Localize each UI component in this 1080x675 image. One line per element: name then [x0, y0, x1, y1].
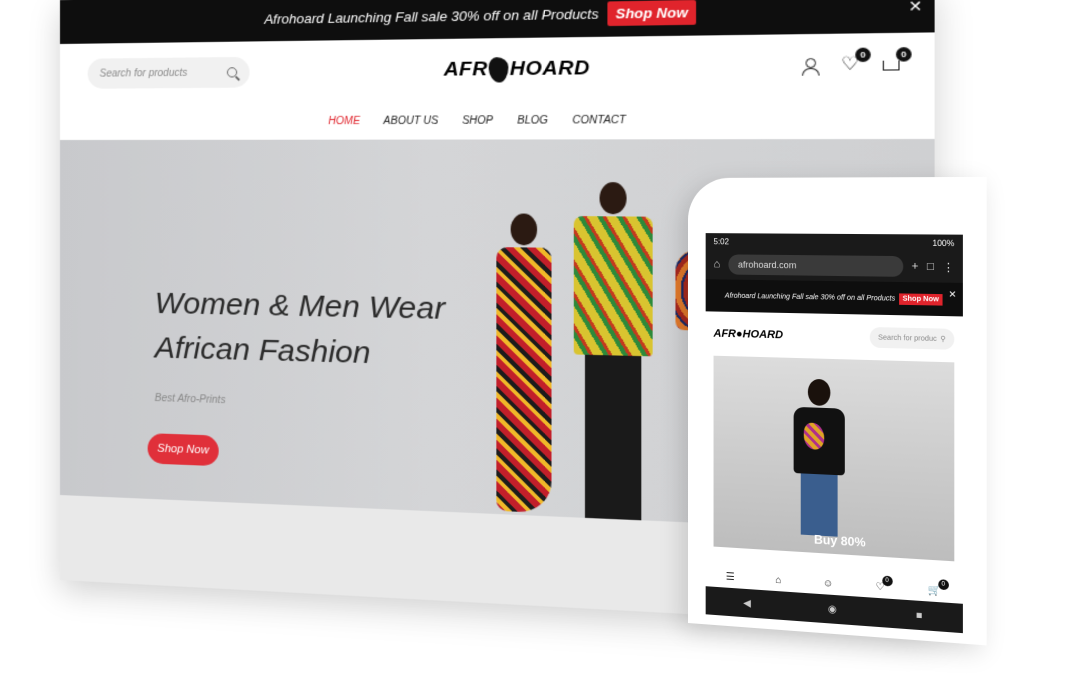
back-icon[interactable]: ◀: [743, 597, 751, 609]
new-tab-icon[interactable]: +: [912, 260, 919, 274]
phone-promo-shop-button[interactable]: Shop Now: [899, 292, 943, 306]
search-icon[interactable]: ⚲: [940, 335, 945, 343]
browser-actions: + □ ⋮: [912, 260, 955, 274]
phone-header: AFR●HOARD Search for produc ⚲: [706, 311, 963, 362]
nav-item-contact[interactable]: CONTACT: [572, 114, 625, 126]
model-shirt: [573, 216, 653, 357]
logo-text: AFR HOARD: [444, 56, 590, 83]
kid-model-image: [793, 378, 845, 537]
model-trousers: [584, 354, 642, 528]
cart-icon[interactable]: 0: [882, 47, 912, 75]
status-time: 5:02: [713, 236, 729, 246]
logo-part2: HOARD: [509, 57, 590, 81]
kid-head: [807, 378, 831, 407]
kid-jeans: [800, 473, 838, 537]
logo-part1: AFR: [443, 58, 488, 81]
recents-icon[interactable]: ■: [916, 609, 922, 621]
phone-wishlist-badge: 0: [881, 574, 893, 587]
heart-icon[interactable]: ♡ 0: [876, 574, 893, 593]
phone-hero-offer: Buy 80%: [813, 532, 866, 550]
africa-icon: [488, 57, 509, 83]
nav-item-blog[interactable]: BLOG: [517, 114, 548, 126]
close-icon[interactable]: ✕: [948, 289, 956, 301]
model-man: [573, 182, 653, 528]
main-nav: HOME ABOUT US SHOP BLOG CONTACT: [60, 99, 935, 140]
promo-shop-button[interactable]: Shop Now: [607, 0, 696, 26]
user-icon[interactable]: ☺: [823, 577, 833, 589]
site-header: Search for products AFR HOARD 0 0: [60, 32, 935, 104]
close-icon[interactable]: ✕: [908, 0, 922, 16]
promo-text: Afrohoard Launching Fall sale 30% off on…: [264, 5, 599, 27]
phone-hero-banner: Buy 80%: [713, 355, 955, 562]
nav-item-shop[interactable]: SHOP: [462, 115, 493, 127]
more-icon[interactable]: ⋮: [943, 260, 955, 274]
heart-icon[interactable]: 0: [841, 47, 871, 76]
phone-cart-badge: 0: [937, 578, 949, 590]
kid-sweater: [793, 406, 845, 476]
nav-item-about-us[interactable]: ABOUT US: [383, 115, 438, 127]
hero-shop-now-button[interactable]: Shop Now: [147, 433, 219, 467]
cart-icon[interactable]: 🛒 0: [928, 578, 949, 597]
home-button-icon[interactable]: ◉: [828, 603, 837, 615]
hero-title-line2: African Fashion: [154, 331, 371, 371]
hero-title: Women & Men Wear African Fashion: [155, 282, 445, 379]
hero-title-line1: Women & Men Wear: [154, 286, 446, 327]
search-icon[interactable]: [226, 67, 238, 78]
phone-search-placeholder: Search for produc: [878, 333, 937, 343]
home-icon[interactable]: ⌂: [775, 574, 781, 586]
model-head: [599, 182, 627, 215]
phone-promo-text: Afrohoard Launching Fall sale 30% off on…: [724, 292, 896, 303]
model-head: [510, 213, 538, 246]
model-woman-left: [496, 213, 552, 514]
menu-icon[interactable]: ☰: [726, 571, 735, 583]
phone-logo[interactable]: AFR●HOARD: [714, 328, 784, 342]
phone-mockup: 5:02 100% ⌂ afrohoard.com + □ ⋮ Afrohoar…: [688, 176, 987, 646]
hero-subtitle: Best Afro-Prints: [154, 392, 226, 407]
phone-promo-bar: Afrohoard Launching Fall sale 30% off on…: [705, 279, 963, 317]
search-input[interactable]: Search for products: [87, 56, 250, 89]
browser-url-bar: ⌂ afrohoard.com + □ ⋮: [705, 249, 963, 283]
header-icons: 0 0: [801, 47, 912, 76]
wishlist-count-badge: 0: [855, 47, 871, 63]
nav-item-home[interactable]: HOME: [328, 115, 360, 127]
cart-count-badge: 0: [895, 47, 912, 62]
search-placeholder: Search for products: [99, 67, 188, 80]
status-battery: 100%: [932, 238, 955, 248]
user-icon[interactable]: [801, 58, 820, 76]
phone-screen: 5:02 100% ⌂ afrohoard.com + □ ⋮ Afrohoar…: [705, 233, 963, 634]
url-field[interactable]: afrohoard.com: [728, 254, 904, 277]
tabs-icon[interactable]: □: [927, 260, 934, 274]
home-icon[interactable]: ⌂: [714, 258, 721, 270]
phone-search-input[interactable]: Search for produc ⚲: [869, 326, 955, 350]
logo[interactable]: AFR HOARD: [444, 56, 590, 83]
model-dress: [496, 247, 552, 514]
